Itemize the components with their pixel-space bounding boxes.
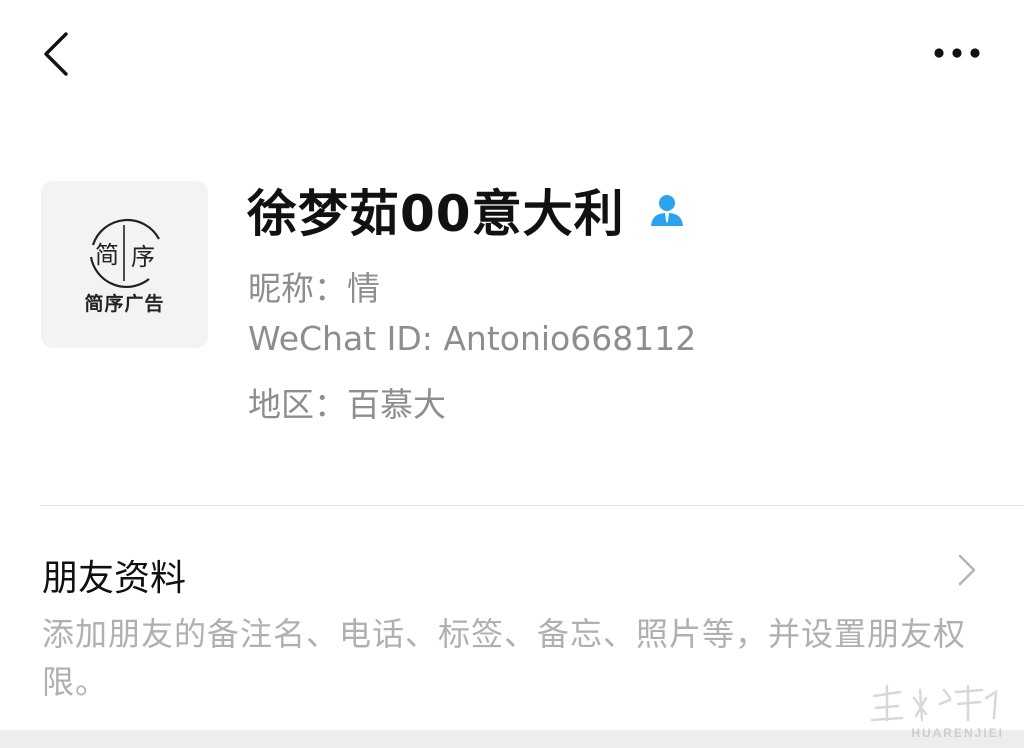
logo-image: 简 序: [89, 218, 160, 289]
region-line: 地区：百慕大: [248, 378, 446, 426]
nickname-label: 昵称：: [248, 269, 347, 308]
back-button[interactable]: [30, 22, 86, 86]
svg-text:简: 简: [95, 241, 119, 269]
svg-text:序: 序: [131, 243, 155, 271]
display-name: 徐梦茹00意大利: [247, 185, 625, 243]
chevron-right-icon: [958, 554, 976, 586]
watermark: HUARENJIEI: [860, 680, 1010, 740]
region-value: 百慕大: [347, 385, 446, 424]
chevron-left-icon: [44, 32, 68, 76]
avatar[interactable]: 简 序 简序广告: [41, 181, 208, 348]
more-options-button[interactable]: [928, 30, 988, 76]
nickname-line: 昵称：情: [248, 262, 380, 310]
nickname-value: 情: [347, 269, 380, 308]
profile-screen: 简 序 简序广告 徐梦茹00意大利 昵称：情 WeChat ID: Antoni…: [0, 0, 1024, 748]
friend-info-title: 朋友资料: [42, 558, 187, 599]
friend-info-description: 添加朋友的备注名、电话、标签、备忘、照片等，并设置朋友权限。: [42, 615, 967, 701]
wechat-id-label: WeChat ID:: [248, 319, 444, 358]
region-label: 地区：: [248, 385, 347, 424]
watermark-text: HUARENJIEI: [911, 726, 1004, 740]
avatar-caption: 简序广告: [84, 293, 165, 315]
more-horizontal-icon: [934, 48, 980, 58]
person-badge-icon: [647, 190, 687, 230]
name-row: 徐梦茹00意大利: [247, 172, 687, 248]
wechat-id-line[interactable]: WeChat ID: Antonio668112: [248, 319, 696, 358]
wechat-id-value: Antonio668112: [443, 319, 697, 358]
